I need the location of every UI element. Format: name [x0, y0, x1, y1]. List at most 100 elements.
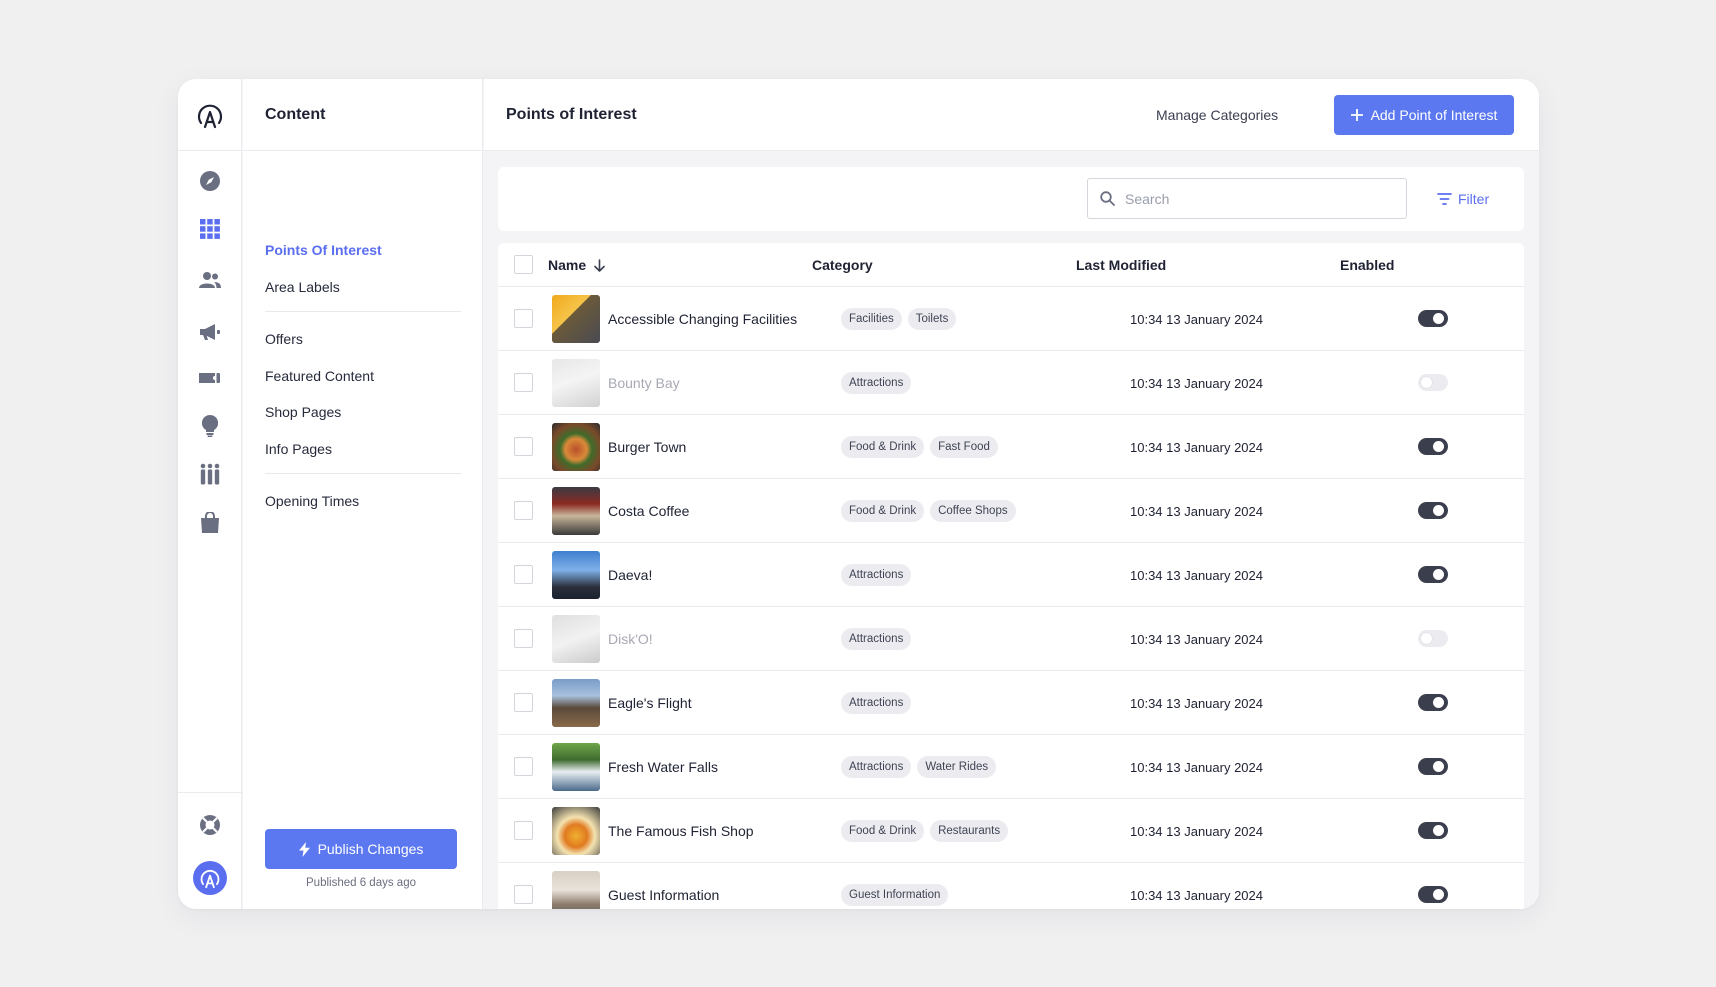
- add-point-of-interest-button[interactable]: Add Point of Interest: [1334, 95, 1514, 135]
- sidebar-item-points-of-interest[interactable]: Points Of Interest: [265, 242, 382, 258]
- lightbulb-icon[interactable]: [195, 411, 225, 441]
- poi-name[interactable]: Disk'O!: [608, 607, 653, 671]
- category-tags: Attractions: [841, 351, 912, 415]
- category-tag: Food & Drink: [841, 436, 925, 458]
- table-row[interactable]: Guest Information Guest Information 10:34 …: [498, 863, 1524, 909]
- column-header-name[interactable]: Name: [548, 243, 605, 287]
- poi-name[interactable]: Burger Town: [608, 415, 686, 479]
- category-tag: Facilities: [841, 308, 902, 330]
- avatar[interactable]: [193, 861, 227, 895]
- category-tags: Food & Drink Fast Food: [841, 415, 998, 479]
- row-checkbox[interactable]: [514, 885, 533, 904]
- table-toolbar: Filter: [498, 167, 1524, 231]
- row-checkbox[interactable]: [514, 757, 533, 776]
- search-box[interactable]: [1087, 178, 1407, 219]
- publish-changes-button[interactable]: Publish Changes: [265, 829, 457, 869]
- filter-button[interactable]: Filter: [1437, 167, 1489, 231]
- table-row[interactable]: Costa Coffee Food & Drink Coffee Shops 10:3…: [498, 479, 1524, 543]
- table-row[interactable]: Daeva! Attractions 10:34 13 January 2024: [498, 543, 1524, 607]
- category-tag: Attractions: [841, 628, 912, 650]
- app-logo[interactable]: [178, 79, 242, 151]
- avatar-logo-icon: [200, 869, 220, 889]
- app-window: Content Points Of Interest Area Labels O…: [178, 79, 1539, 909]
- poi-table: Name Category Last Modified Enabled Acce…: [498, 243, 1524, 909]
- category-tag: Restaurants: [930, 820, 1009, 842]
- logo-icon: [197, 104, 223, 128]
- table-row[interactable]: Burger Town Food & Drink Fast Food 10:34 13…: [498, 415, 1524, 479]
- poi-name[interactable]: Eagle's Flight: [608, 671, 692, 735]
- column-name-label: Name: [548, 257, 587, 273]
- table-row[interactable]: Fresh Water Falls Attractions Water Rides 1…: [498, 735, 1524, 799]
- poi-name[interactable]: Daeva!: [608, 543, 652, 607]
- row-checkbox[interactable]: [514, 373, 533, 392]
- poi-name[interactable]: Guest Information: [608, 863, 719, 909]
- lifebuoy-icon[interactable]: [195, 810, 225, 840]
- page-title: Points of Interest: [506, 106, 637, 123]
- sort-down-icon: [594, 258, 605, 272]
- enabled-toggle[interactable]: [1418, 694, 1448, 711]
- page-header: Points of Interest Manage Categories Add…: [484, 79, 1539, 151]
- people-icon[interactable]: [195, 265, 225, 295]
- poi-name[interactable]: The Famous Fish Shop: [608, 799, 754, 863]
- poi-name[interactable]: Bounty Bay: [608, 351, 680, 415]
- shopping-bag-icon[interactable]: [195, 507, 225, 537]
- plus-icon: [1350, 109, 1363, 121]
- poi-thumbnail: [552, 679, 600, 727]
- manage-categories-link[interactable]: Manage Categories: [1156, 79, 1278, 151]
- category-tags: Attractions Water Rides: [841, 735, 997, 799]
- sidebar-item-shop-pages[interactable]: Shop Pages: [265, 404, 341, 420]
- sidebar-item-featured-content[interactable]: Featured Content: [265, 368, 374, 384]
- enabled-toggle[interactable]: [1418, 758, 1448, 775]
- row-checkbox[interactable]: [514, 565, 533, 584]
- category-tag: Coffee Shops: [930, 500, 1016, 522]
- poi-name[interactable]: Costa Coffee: [608, 479, 689, 543]
- table-header: Name Category Last Modified Enabled: [498, 243, 1524, 287]
- table-row[interactable]: Accessible Changing Facilities Facilities…: [498, 287, 1524, 351]
- row-checkbox[interactable]: [514, 629, 533, 648]
- category-tag: Guest Information: [841, 884, 949, 906]
- ticket-icon[interactable]: [195, 363, 225, 393]
- enabled-toggle[interactable]: [1418, 886, 1448, 903]
- sidebar-item-info-pages[interactable]: Info Pages: [265, 441, 332, 457]
- select-all-checkbox[interactable]: [514, 255, 533, 274]
- table-row[interactable]: Eagle's Flight Attractions 10:34 13 Januar…: [498, 671, 1524, 735]
- enabled-toggle[interactable]: [1418, 822, 1448, 839]
- table-row[interactable]: Bounty Bay Attractions 10:34 13 January 20…: [498, 351, 1524, 415]
- poi-thumbnail: [552, 295, 600, 343]
- poi-name[interactable]: Fresh Water Falls: [608, 735, 718, 799]
- poi-thumbnail: [552, 871, 600, 909]
- enabled-toggle[interactable]: [1418, 438, 1448, 455]
- column-header-last-modified[interactable]: Last Modified: [1076, 243, 1166, 287]
- queue-icon[interactable]: [195, 459, 225, 489]
- enabled-toggle[interactable]: [1418, 374, 1448, 391]
- compass-icon[interactable]: [195, 166, 225, 196]
- search-input[interactable]: [1125, 190, 1385, 207]
- enabled-toggle[interactable]: [1418, 630, 1448, 647]
- megaphone-icon[interactable]: [195, 317, 225, 347]
- enabled-toggle[interactable]: [1418, 566, 1448, 583]
- row-checkbox[interactable]: [514, 821, 533, 840]
- sidebar-title: Content: [243, 79, 482, 151]
- sidebar-item-offers[interactable]: Offers: [265, 331, 303, 347]
- last-modified: 10:34 13 January 2024: [1130, 439, 1263, 455]
- poi-thumbnail: [552, 359, 600, 407]
- column-header-category[interactable]: Category: [812, 243, 873, 287]
- published-status: Published 6 days ago: [306, 877, 416, 889]
- sidebar-item-area-labels[interactable]: Area Labels: [265, 279, 340, 295]
- table-row[interactable]: The Famous Fish Shop Food & Drink Restaura…: [498, 799, 1524, 863]
- row-checkbox[interactable]: [514, 309, 533, 328]
- poi-name[interactable]: Accessible Changing Facilities: [608, 287, 797, 351]
- enabled-toggle[interactable]: [1418, 310, 1448, 327]
- grid-icon[interactable]: [195, 214, 225, 244]
- row-checkbox[interactable]: [514, 693, 533, 712]
- table-row[interactable]: Disk'O! Attractions 10:34 13 January 2024: [498, 607, 1524, 671]
- row-checkbox[interactable]: [514, 501, 533, 520]
- enabled-toggle[interactable]: [1418, 502, 1448, 519]
- sidebar-item-opening-times[interactable]: Opening Times: [265, 493, 359, 509]
- poi-thumbnail: [552, 807, 600, 855]
- category-tag: Fast Food: [930, 436, 998, 458]
- row-checkbox[interactable]: [514, 437, 533, 456]
- last-modified: 10:34 13 January 2024: [1130, 887, 1263, 903]
- category-tag: Food & Drink: [841, 820, 925, 842]
- column-header-enabled[interactable]: Enabled: [1340, 243, 1394, 287]
